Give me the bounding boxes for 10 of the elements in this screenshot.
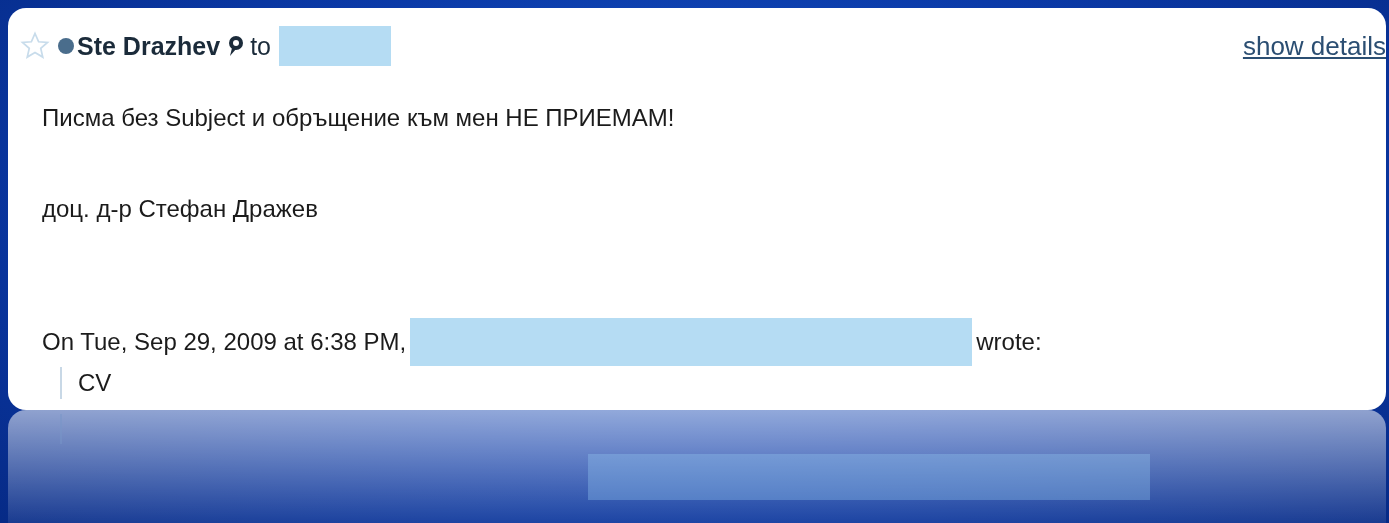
message-text: доц. д-р Стефан Дражев [42, 194, 319, 224]
show-details-link[interactable]: show details [1242, 30, 1386, 62]
status-dot [58, 38, 74, 54]
star-icon[interactable] [20, 31, 50, 61]
quoted-text: CV [78, 369, 112, 397]
attribution-text: On Tue, Sep 29, 2009 at 6:38 PM, [42, 328, 407, 356]
sender-name[interactable]: Ste Drazhev [77, 31, 221, 61]
recipient-label: to [250, 31, 271, 61]
message-text: Писма без Subject и обръщение към мен НЕ ПРИЕМАМ! [42, 103, 676, 133]
wrote-text: wrote: [976, 328, 1042, 356]
